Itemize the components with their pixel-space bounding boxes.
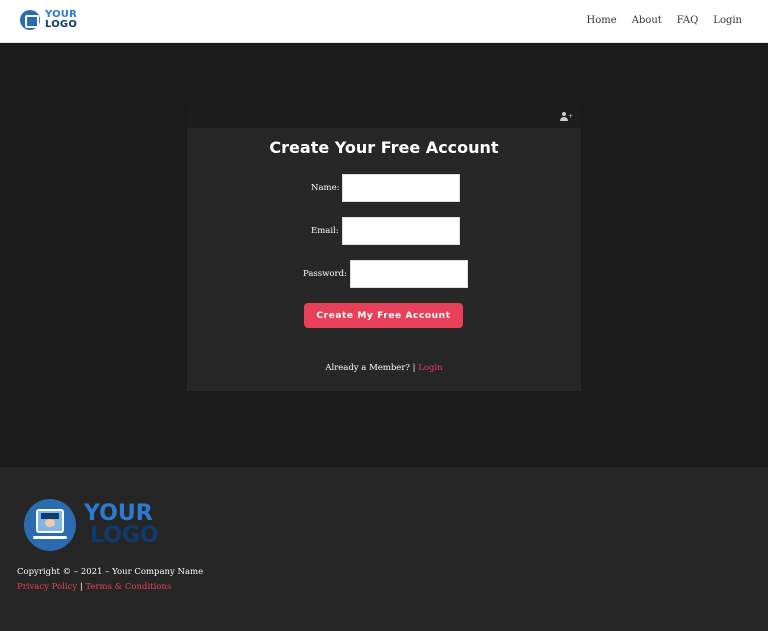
- name-input[interactable]: [342, 174, 461, 202]
- terms-link[interactable]: Terms & Conditions: [85, 582, 171, 592]
- footer-links: Privacy Policy | Terms & Conditions: [17, 582, 171, 592]
- nav-faq[interactable]: FAQ: [677, 15, 699, 26]
- login-link[interactable]: Login: [418, 363, 442, 373]
- card-bar: +: [187, 105, 581, 128]
- signup-card: + Create Your Free Account Name: Email: …: [187, 105, 581, 391]
- main-nav: Home About FAQ Login: [572, 15, 742, 26]
- footer-links-separator: |: [79, 582, 83, 592]
- name-row: Name:: [311, 174, 461, 202]
- email-row: Email:: [311, 217, 460, 245]
- copyright-text: Copyright © – 2021 – Your Company Name: [17, 567, 204, 577]
- create-account-button[interactable]: Create My Free Account: [304, 303, 463, 328]
- header-logo-text: YOUR LOGO: [45, 10, 77, 30]
- email-label: Email:: [311, 226, 339, 236]
- header-logo-line2: LOGO: [45, 19, 78, 30]
- header-logo[interactable]: YOUR LOGO: [20, 10, 77, 30]
- password-input[interactable]: [349, 260, 468, 288]
- footer-logo-line2: LOGO: [90, 523, 159, 548]
- nav-login[interactable]: Login: [713, 15, 742, 26]
- member-line: Already a Member? | Login: [187, 363, 581, 373]
- form-title: Create Your Free Account: [269, 138, 499, 157]
- member-text: Already a Member?: [325, 363, 410, 373]
- site-footer: YOUR LOGO Copyright © – 2021 – Your Comp…: [0, 467, 768, 631]
- main-content: + Create Your Free Account Name: Email: …: [0, 44, 768, 467]
- footer-logo-line1: YOUR: [84, 501, 153, 526]
- graduate-logo-icon: [24, 499, 76, 551]
- member-separator: |: [412, 363, 416, 373]
- nav-about[interactable]: About: [632, 15, 662, 26]
- footer-logo-text: YOUR LOGO: [84, 503, 159, 547]
- nav-home[interactable]: Home: [587, 15, 617, 26]
- privacy-policy-link[interactable]: Privacy Policy: [17, 582, 77, 592]
- password-label: Password:: [303, 269, 347, 279]
- password-row: Password:: [303, 260, 468, 288]
- name-label: Name:: [311, 183, 340, 193]
- footer-logo[interactable]: YOUR LOGO: [24, 499, 159, 551]
- logo-badge-icon: [20, 10, 40, 30]
- user-plus-icon: +: [560, 112, 573, 122]
- email-input[interactable]: [341, 217, 460, 245]
- site-header: YOUR LOGO Home About FAQ Login: [0, 0, 768, 43]
